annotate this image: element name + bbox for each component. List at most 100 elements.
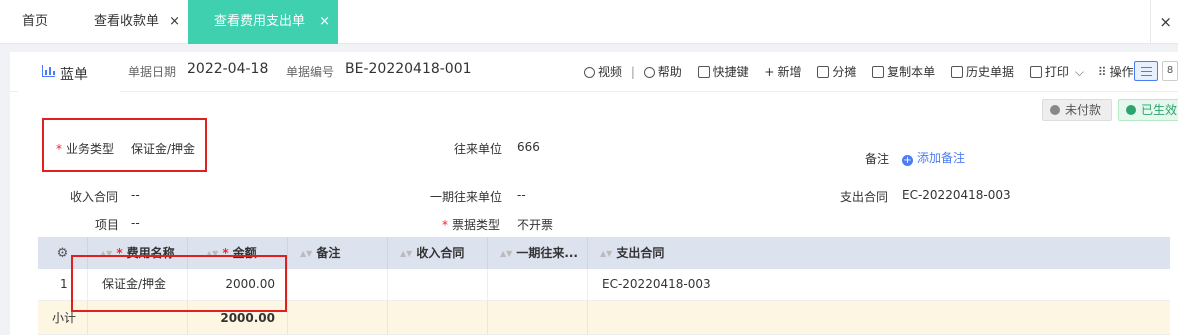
income-contract-label: 收入合同	[70, 190, 119, 204]
menu-line	[1141, 71, 1152, 72]
status-badge-unpaid: 未付款	[1042, 99, 1112, 121]
tab-blue-doc-label: 蓝单	[60, 67, 88, 83]
plus-icon: +	[764, 65, 775, 79]
help-icon	[643, 67, 655, 78]
add-label: 新增	[777, 65, 802, 79]
play-icon	[584, 67, 595, 78]
menu-line	[1141, 75, 1152, 76]
history-icon	[951, 66, 963, 78]
grid-icon: ⠿	[1097, 65, 1107, 79]
plus-circle-icon: +	[902, 155, 913, 166]
cell-phase1[interactable]	[488, 269, 588, 300]
chevron-down-icon: ⌵	[1074, 65, 1084, 79]
bar-chart-icon	[42, 65, 55, 77]
keyboard-icon	[697, 66, 710, 78]
doc-date-label: 单据日期	[128, 65, 177, 79]
invoice-type-label-text: 票据类型	[452, 218, 501, 232]
document-card: 蓝单 单据日期 2022-04-18 单据编号 BE-20220418-001 …	[10, 52, 1178, 335]
remark-label: 备注	[865, 152, 890, 166]
invoice-type-value[interactable]: 不开票	[517, 216, 553, 233]
tab-view-expense-label: 查看费用支出单	[214, 14, 306, 29]
expense-contract-label: 支出合同	[840, 190, 889, 204]
document-header: 蓝单 单据日期 2022-04-18 单据编号 BE-20220418-001 …	[10, 52, 1178, 92]
status-unpaid-label: 未付款	[1065, 103, 1102, 117]
close-icon[interactable]: ×	[169, 0, 180, 44]
column-header-income-contract[interactable]: ▲▼ 收入合同	[388, 237, 488, 269]
income-contract-value[interactable]: --	[131, 188, 140, 202]
split-button[interactable]: 分摊	[817, 65, 856, 79]
cell-remark[interactable]	[288, 269, 388, 300]
tab-bar: 首页 查看收款单 × 查看费用支出单 × ×	[0, 0, 1178, 44]
operate-label: 操作	[1109, 65, 1134, 79]
tab-blue-doc[interactable]: 蓝单	[18, 52, 120, 92]
column-header-expense-contract-label: 支出合同	[616, 246, 665, 260]
required-mark: *	[56, 142, 62, 156]
video-label: 视频	[598, 65, 623, 79]
required-mark: *	[442, 218, 448, 232]
doc-no-label: 单据编号	[286, 65, 335, 79]
column-header-income-contract-label: 收入合同	[416, 246, 465, 260]
column-header-remark[interactable]: ▲▼ 备注	[288, 237, 388, 269]
print-button[interactable]: 打印 ⌵	[1029, 65, 1084, 79]
menu-line	[1141, 67, 1152, 68]
help-label: 帮助	[657, 65, 682, 79]
check-circle-icon	[1126, 105, 1136, 115]
sort-icon: ▲▼	[500, 249, 513, 258]
close-all-icon[interactable]: ×	[1159, 0, 1172, 44]
tab-home[interactable]: 首页	[22, 0, 48, 44]
history-button[interactable]: 历史单据	[951, 65, 1014, 79]
project-label: 项目	[95, 218, 120, 232]
shortcut-label: 快捷键	[712, 65, 749, 79]
partner-value[interactable]: 666	[517, 140, 540, 154]
add-remark-link[interactable]: + 添加备注	[902, 149, 965, 166]
business-type-label-text: 业务类型	[66, 142, 115, 156]
subtotal-empty	[388, 301, 488, 335]
subtotal-empty	[488, 301, 588, 335]
help-button[interactable]: 帮助	[643, 65, 682, 79]
separator: |	[630, 65, 635, 79]
history-label: 历史单据	[966, 65, 1015, 79]
divider	[1150, 0, 1151, 44]
tab-view-receipt[interactable]: 查看收款单 ×	[80, 0, 188, 44]
add-remark-label: 添加备注	[917, 151, 966, 165]
expense-contract-value[interactable]: EC-20220418-003	[902, 188, 1011, 202]
toolbar: 视频 | 帮助 快捷键 + 新增 分摊 复制本单 历史单据 打印 ⌵ ⠿ 操作	[584, 63, 1134, 80]
list-view-toggle[interactable]	[1134, 61, 1158, 81]
column-header-remark-label: 备注	[316, 246, 341, 260]
shortcut-button[interactable]: 快捷键	[697, 65, 749, 79]
split-label: 分摊	[832, 65, 857, 79]
gear-icon: ⚙	[56, 246, 69, 261]
phase1-partner-value[interactable]: --	[517, 188, 526, 202]
video-button[interactable]: 视频	[584, 65, 622, 79]
copy-icon	[872, 66, 885, 78]
sort-icon: ▲▼	[400, 249, 413, 258]
print-label: 打印	[1044, 65, 1069, 79]
business-type-label: * 业务类型	[56, 140, 114, 157]
tab-view-expense[interactable]: 查看费用支出单 ×	[188, 0, 338, 44]
partner-label: 往来单位	[454, 142, 503, 156]
status-effective-label: 已生效	[1141, 103, 1178, 117]
cell-income-contract[interactable]	[388, 269, 488, 300]
doc-no-value: BE-20220418-001	[345, 61, 472, 77]
status-dot-icon	[1050, 105, 1060, 115]
annotation-box	[71, 255, 287, 312]
column-header-expense-contract[interactable]: ▲▼ 支出合同	[588, 237, 1170, 269]
invoice-type-label: * 票据类型	[442, 216, 500, 233]
doc-date-value: 2022-04-18	[187, 61, 269, 77]
cell-expense-contract[interactable]: EC-20220418-003	[588, 269, 1170, 300]
card-view-toggle[interactable]: 8	[1162, 61, 1178, 81]
printer-icon	[1029, 66, 1042, 78]
project-value[interactable]: --	[131, 216, 140, 230]
column-header-phase1[interactable]: ▲▼ 一期往来...	[488, 237, 588, 269]
operate-button[interactable]: ⠿ 操作	[1098, 65, 1134, 79]
close-icon[interactable]: ×	[319, 0, 330, 44]
tab-view-receipt-label: 查看收款单	[94, 14, 160, 29]
column-header-phase1-label: 一期往来...	[516, 246, 578, 260]
sort-icon: ▲▼	[300, 249, 313, 258]
status-badge-effective: 已生效	[1118, 99, 1178, 121]
business-type-value[interactable]: 保证金/押金	[131, 140, 195, 157]
add-button[interactable]: + 新增	[764, 65, 801, 79]
copy-button[interactable]: 复制本单	[872, 65, 935, 79]
subtotal-empty	[288, 301, 388, 335]
copy-label: 复制本单	[887, 65, 936, 79]
